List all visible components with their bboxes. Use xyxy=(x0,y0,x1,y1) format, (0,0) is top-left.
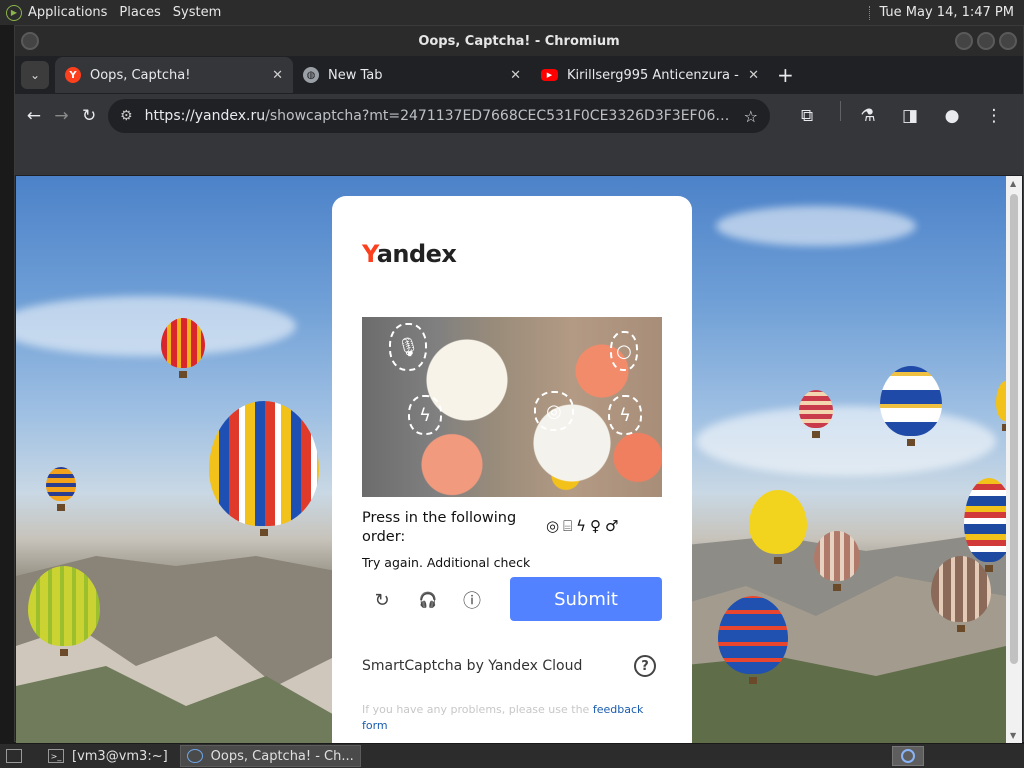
chromium-icon xyxy=(186,749,203,763)
lightbulb-icon: ♀ xyxy=(590,517,602,535)
youtube-icon: ▶ xyxy=(541,69,558,81)
tab-search-button[interactable]: ⌄ xyxy=(21,61,49,89)
window-title: Oops, Captcha! - Chromium xyxy=(418,33,620,49)
chart-icon: ⌸ xyxy=(563,517,573,535)
chevron-down-icon: ⌄ xyxy=(29,68,41,82)
window-menu-button[interactable] xyxy=(21,32,39,50)
close-window-button[interactable] xyxy=(999,32,1017,50)
info-icon[interactable]: ⓘ xyxy=(460,588,484,612)
show-desktop-button[interactable] xyxy=(0,745,36,767)
scroll-up-icon[interactable]: ▲ xyxy=(1010,179,1016,188)
address-bar[interactable]: ⚙ https://yandex.ru/showcaptcha?mt=24711… xyxy=(108,99,771,133)
hot-air-balloon xyxy=(161,318,205,378)
labs-flask-icon[interactable]: ⚗ xyxy=(853,101,883,131)
window-titlebar[interactable]: Oops, Captcha! - Chromium xyxy=(15,26,1023,56)
lightbulb-icon[interactable]: ○ xyxy=(610,331,638,371)
audio-captcha-icon[interactable]: 🎧 xyxy=(416,588,440,612)
lightning-icon[interactable]: ϟ xyxy=(408,395,442,435)
forward-icon[interactable]: → xyxy=(51,101,73,131)
hot-air-balloon xyxy=(749,490,807,564)
tab-youtube[interactable]: ▶ Kirillserg995 Anticenzura - Y ✕ xyxy=(531,57,769,93)
globe-icon: ◍ xyxy=(303,67,319,83)
scrollbar-thumb[interactable] xyxy=(1010,194,1018,664)
help-icon[interactable]: ? xyxy=(634,655,656,677)
captcha-card: Yandex 🎙 ○ ϟ ◎ ϟ Press in the following … xyxy=(332,196,692,743)
smartcaptcha-label: SmartCaptcha by Yandex Cloud xyxy=(362,658,583,674)
taskbar-terminal[interactable]: >_ [vm3@vm3:~] xyxy=(42,745,174,767)
extensions-icon[interactable]: ⧉ xyxy=(792,101,822,131)
tab-new-tab[interactable]: ◍ New Tab ✕ xyxy=(293,57,531,93)
spiral-icon[interactable]: ◎ xyxy=(534,391,574,431)
close-tab-icon[interactable]: ✕ xyxy=(272,68,283,83)
reload-icon[interactable]: ↻ xyxy=(78,101,100,131)
captcha-image[interactable]: 🎙 ○ ϟ ◎ ϟ xyxy=(362,317,662,497)
bookmark-star-icon[interactable]: ☆ xyxy=(744,107,758,126)
hot-air-balloon xyxy=(46,467,76,511)
background-cloud xyxy=(696,406,996,476)
side-panel-icon[interactable]: ◨ xyxy=(895,101,925,131)
close-tab-icon[interactable]: ✕ xyxy=(510,68,521,83)
refresh-captcha-icon[interactable]: ↻ xyxy=(370,588,394,612)
taskbar-browser[interactable]: Oops, Captcha! - Ch... xyxy=(179,745,361,767)
system-top-panel: ▶ Applications Places System Tue May 14,… xyxy=(0,0,1024,25)
tab-label: New Tab xyxy=(328,67,383,83)
error-message: Try again. Additional check xyxy=(362,555,531,570)
browser-window: Oops, Captcha! - Chromium ⌄ Y Oops, Capt… xyxy=(14,25,1024,743)
background-cloud xyxy=(16,296,296,356)
system-menu[interactable]: System xyxy=(167,0,227,25)
url-text: https://yandex.ru/showcaptcha?mt=2471137… xyxy=(144,108,734,124)
vertical-scrollbar[interactable]: ▲ ▼ xyxy=(1006,176,1022,743)
lightning-icon: ϟ xyxy=(576,517,587,535)
yandex-logo: Yandex xyxy=(362,240,457,268)
maximize-button[interactable] xyxy=(977,32,995,50)
site-settings-icon[interactable]: ⚙ xyxy=(120,108,133,124)
applications-menu[interactable]: ▶ Applications xyxy=(0,0,113,25)
tab-label: Kirillserg995 Anticenzura - Y xyxy=(567,67,743,83)
hot-air-balloon xyxy=(931,556,991,632)
hot-air-balloon xyxy=(880,366,942,446)
hot-air-balloon xyxy=(718,596,788,684)
hot-air-balloon xyxy=(28,566,100,656)
applications-icon: ▶ xyxy=(6,4,22,21)
system-taskbar: >_ [vm3@vm3:~] Oops, Captcha! - Ch... xyxy=(0,744,1024,768)
menu-kebab-icon[interactable]: ⋮ xyxy=(979,101,1009,131)
hot-air-balloon xyxy=(209,401,319,536)
close-tab-icon[interactable]: ✕ xyxy=(748,68,759,83)
feedback-text: If you have any problems, please use the… xyxy=(362,703,644,732)
captcha-instruction: Press in the following order: xyxy=(362,510,517,545)
toolbar-divider xyxy=(840,101,842,121)
back-icon[interactable]: ← xyxy=(23,101,45,131)
clock[interactable]: Tue May 14, 1:47 PM xyxy=(879,5,1014,20)
new-tab-button[interactable]: + xyxy=(777,63,794,87)
hot-air-balloon xyxy=(964,478,1006,572)
terminal-icon: >_ xyxy=(48,749,64,763)
tab-oops-captcha[interactable]: Y Oops, Captcha! ✕ xyxy=(55,57,293,93)
browser-toolbar: ← → ↻ ⚙ https://yandex.ru/showcaptcha?mt… xyxy=(15,94,1023,138)
order-icons: ◎ ⌸ ϟ ♀ ♂ xyxy=(546,517,618,535)
page-viewport: Yandex 🎙 ○ ϟ ◎ ϟ Press in the following … xyxy=(16,176,1006,743)
hot-air-balloon xyxy=(799,390,833,438)
hot-air-balloon xyxy=(814,531,860,591)
microphone-icon: ♂ xyxy=(605,517,619,535)
microphone-icon[interactable]: 🎙 xyxy=(389,323,427,371)
bolt-icon[interactable]: ϟ xyxy=(608,395,642,435)
submit-button[interactable]: Submit xyxy=(510,577,662,621)
spiral-icon: ◎ xyxy=(546,517,560,535)
scroll-down-icon[interactable]: ▼ xyxy=(1010,731,1016,740)
workspace-switcher[interactable] xyxy=(892,746,924,766)
bookmarks-bar xyxy=(15,138,1023,175)
places-menu[interactable]: Places xyxy=(113,0,166,25)
chromium-tray-icon xyxy=(901,749,915,763)
tab-strip: ⌄ Y Oops, Captcha! ✕ ◍ New Tab ✕ ▶ Kiril… xyxy=(15,56,1023,94)
profile-icon[interactable]: ● xyxy=(937,101,967,131)
applications-label: Applications xyxy=(28,5,108,20)
panel-separator xyxy=(869,5,871,20)
yandex-favicon-icon: Y xyxy=(65,67,81,83)
desktop-icon xyxy=(6,749,22,763)
tab-label: Oops, Captcha! xyxy=(90,67,191,83)
background-cloud xyxy=(716,206,916,246)
minimize-button[interactable] xyxy=(955,32,973,50)
hot-air-balloon xyxy=(996,381,1006,431)
